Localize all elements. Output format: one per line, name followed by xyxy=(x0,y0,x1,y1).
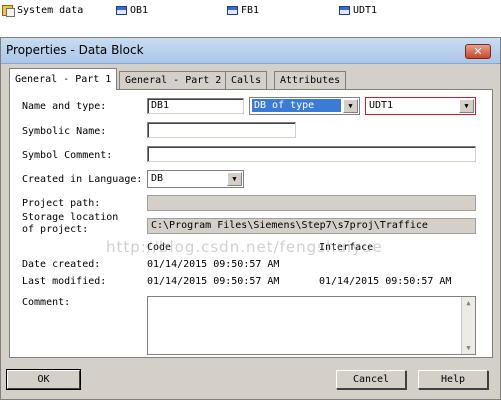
project-path-label: Project path: xyxy=(22,198,101,209)
symbol-comment-label: Symbol Comment: xyxy=(22,150,113,161)
date-created-code-value: 01/14/2015 09:50:57 AM xyxy=(147,259,280,270)
tab-label: General - Part 1 xyxy=(15,74,112,85)
system-data-item[interactable]: System data xyxy=(2,3,83,17)
properties-dialog: Properties - Data Block ✕ General - Part… xyxy=(0,37,501,400)
fb1-label: FB1 xyxy=(241,4,260,16)
system-data-label: System data xyxy=(17,4,84,16)
language-value: DB xyxy=(151,173,164,184)
last-modified-code-value: 01/14/2015 09:50:57 AM xyxy=(147,276,280,287)
date-created-label: Date created: xyxy=(22,259,101,270)
name-and-type-label: Name and type: xyxy=(22,101,107,112)
storage-location-label-line2: of project: xyxy=(22,224,89,235)
dialog-title: Properties - Data Block xyxy=(6,43,144,57)
udt1-item[interactable]: UDT1 xyxy=(339,3,377,17)
help-button[interactable]: Help xyxy=(418,370,488,389)
close-icon: ✕ xyxy=(473,45,483,58)
ob1-label: OB1 xyxy=(130,4,149,16)
scroll-up-icon[interactable]: ▲ xyxy=(462,297,475,309)
scroll-down-icon[interactable]: ▼ xyxy=(462,342,475,354)
comment-textarea[interactable]: ▲ ▼ xyxy=(147,296,476,355)
system-data-icon xyxy=(2,4,15,17)
comment-scrollbar[interactable]: ▲ ▼ xyxy=(461,297,475,354)
project-path-field xyxy=(147,195,476,211)
last-modified-label: Last modified: xyxy=(22,276,107,287)
close-button[interactable]: ✕ xyxy=(465,44,491,59)
ob1-item[interactable]: OB1 xyxy=(116,3,148,17)
udt1-label: UDT1 xyxy=(353,4,378,16)
udt-dropdown[interactable]: UDT1 ▼ xyxy=(365,97,476,115)
chevron-down-icon[interactable]: ▼ xyxy=(227,172,242,186)
language-dropdown[interactable]: DB ▼ xyxy=(147,170,244,188)
block-icon xyxy=(116,5,127,15)
storage-location-field: C:\Program Files\Siemens\Step7\s7proj\Tr… xyxy=(147,218,476,234)
tab-label: Attributes xyxy=(280,75,341,86)
chevron-down-icon[interactable]: ▼ xyxy=(343,99,358,113)
fb1-item[interactable]: FB1 xyxy=(227,3,259,17)
block-icon xyxy=(227,5,238,15)
cancel-button[interactable]: Cancel xyxy=(336,370,406,389)
symbol-comment-field[interactable] xyxy=(147,146,476,162)
dialog-titlebar[interactable]: Properties - Data Block ✕ xyxy=(1,38,500,64)
comment-label: Comment: xyxy=(22,297,71,308)
tab-general-part-2[interactable]: General - Part 2 xyxy=(119,71,228,89)
block-icon xyxy=(339,5,350,15)
storage-location-label-line1: Storage location xyxy=(22,212,119,223)
udt-value: UDT1 xyxy=(369,100,394,111)
type-dropdown[interactable]: DB of type ▼ xyxy=(249,97,360,115)
tab-label: General - Part 2 xyxy=(125,75,222,86)
cancel-button-label: Cancel xyxy=(352,374,390,385)
last-modified-interface-value: 01/14/2015 09:50:57 AM xyxy=(319,276,452,287)
tab-general-part-1[interactable]: General - Part 1 xyxy=(9,68,118,90)
project-window-strip: System data OB1 FB1 UDT1 xyxy=(0,0,501,36)
ok-button[interactable]: OK xyxy=(6,369,81,390)
tab-attributes[interactable]: Attributes xyxy=(274,71,347,89)
name-field[interactable]: DB1 xyxy=(147,98,244,114)
created-in-language-label: Created in Language: xyxy=(22,174,143,185)
chevron-down-icon[interactable]: ▼ xyxy=(459,99,474,113)
symbolic-name-label: Symbolic Name: xyxy=(22,126,107,137)
watermark-text: http://blog.csdn.net/fengshuiyue xyxy=(106,238,383,256)
tab-label: Calls xyxy=(231,75,262,86)
type-value: DB of type xyxy=(252,99,341,112)
ok-button-label: OK xyxy=(37,374,50,385)
help-button-label: Help xyxy=(440,374,466,385)
symbolic-name-field[interactable] xyxy=(147,122,296,138)
tab-calls[interactable]: Calls xyxy=(225,71,268,89)
